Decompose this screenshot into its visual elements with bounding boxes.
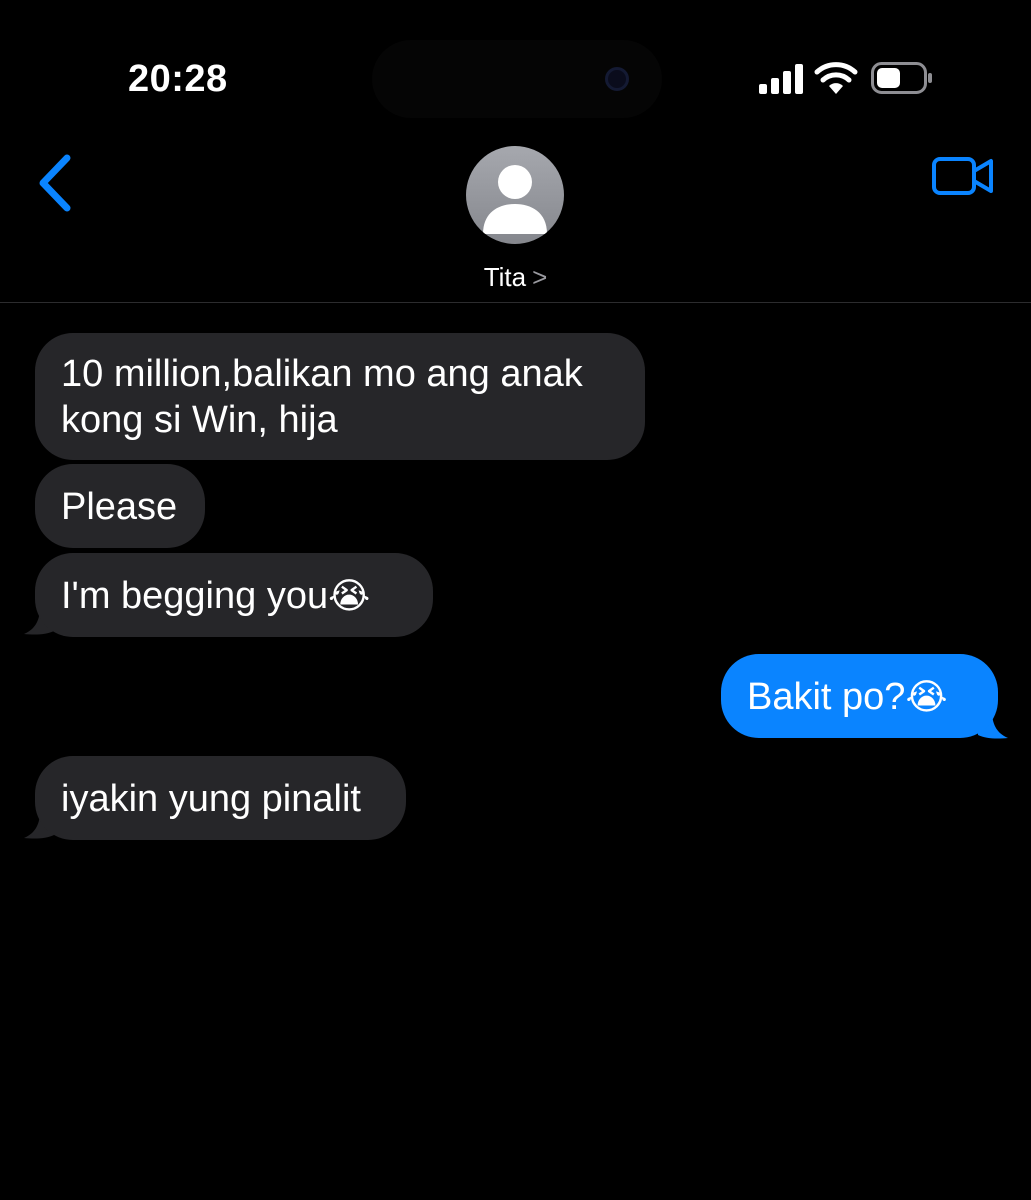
person-icon bbox=[483, 165, 547, 234]
message-bubble-incoming[interactable]: Please bbox=[35, 464, 205, 548]
message-text: I'm begging you bbox=[61, 575, 329, 617]
crying-face-emoji: 😭 bbox=[905, 677, 948, 718]
message-bubble-incoming[interactable]: iyakin yung pinalit bbox=[35, 756, 406, 840]
video-camera-icon[interactable] bbox=[931, 154, 995, 198]
message-bubble-incoming[interactable]: I'm begging you😭 bbox=[35, 553, 433, 637]
contact-chevron-icon: > bbox=[532, 262, 548, 292]
back-chevron-icon[interactable] bbox=[33, 152, 77, 214]
message-text-line: kong si Win, hija bbox=[61, 399, 338, 441]
message-text: Please bbox=[61, 486, 178, 528]
camera-icon bbox=[605, 67, 629, 91]
message-bubble-incoming[interactable]: 10 million,balikan mo ang anak kong si W… bbox=[35, 333, 645, 460]
header-divider bbox=[0, 302, 1031, 303]
contact-name: Tita bbox=[483, 262, 527, 292]
dynamic-island bbox=[372, 40, 662, 118]
message-text: Bakit po? bbox=[747, 676, 906, 718]
message-text: iyakin yung pinalit bbox=[61, 778, 361, 820]
messages-screen: 20:28 Tita > 10 million,balikan mo ang a… bbox=[0, 0, 1031, 1200]
status-time: 20:28 bbox=[128, 58, 228, 100]
contact-avatar[interactable] bbox=[466, 146, 564, 244]
cellular-signal-icon bbox=[759, 64, 803, 94]
contact-name-button[interactable]: Tita > bbox=[0, 262, 1031, 293]
message-bubble-outgoing[interactable]: Bakit po?😭 bbox=[721, 654, 998, 738]
crying-face-emoji: 😭 bbox=[328, 576, 371, 617]
wifi-icon bbox=[814, 62, 858, 94]
battery-icon bbox=[871, 62, 932, 94]
message-text-line: 10 million,balikan mo ang anak bbox=[61, 353, 583, 395]
